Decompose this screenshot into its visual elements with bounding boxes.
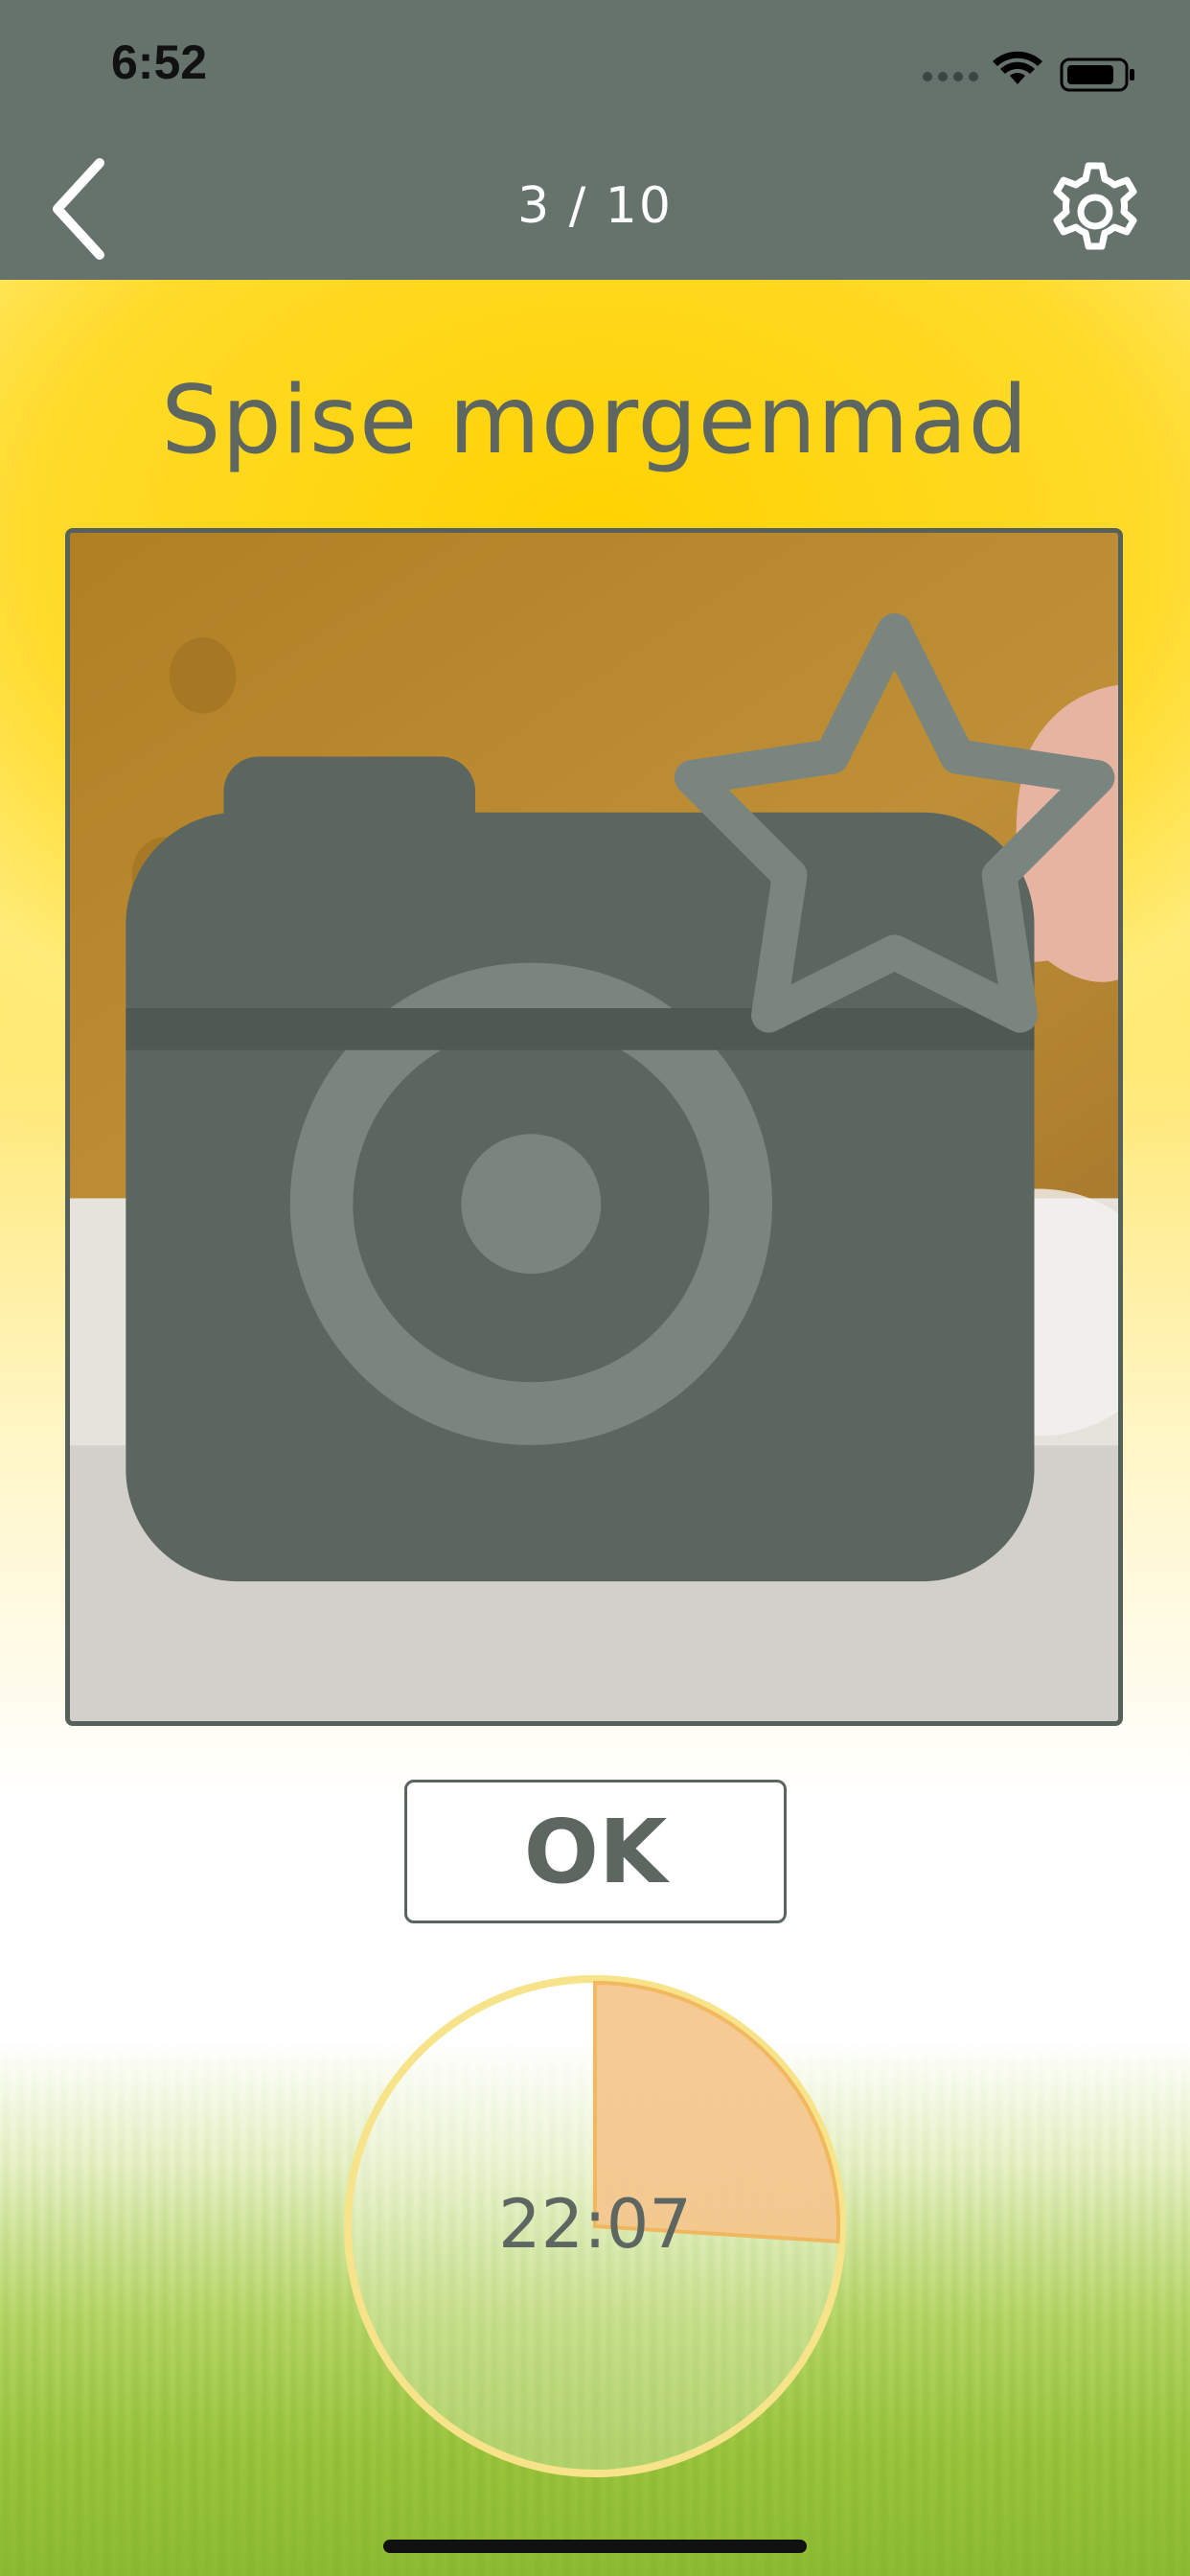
activity-photo bbox=[65, 528, 1123, 1726]
cellular-signal-icon bbox=[923, 72, 978, 81]
home-indicator bbox=[383, 2540, 807, 2553]
ok-button[interactable]: OK bbox=[404, 1780, 787, 1923]
activity-title: Spise morgenmad bbox=[161, 366, 1029, 475]
status-time: 6:52 bbox=[111, 35, 208, 89]
settings-button[interactable] bbox=[1042, 158, 1148, 264]
camera-star-icon[interactable] bbox=[70, 533, 1118, 1721]
battery-icon bbox=[1060, 58, 1134, 92]
wifi-icon bbox=[993, 51, 1042, 84]
gear-icon bbox=[1053, 162, 1137, 250]
screen: 6:52 3 / 10 Spise morgenmad OK 22:07 bbox=[0, 0, 1190, 2576]
status-icons bbox=[923, 51, 1134, 92]
timer-time: 22:07 bbox=[498, 2185, 692, 2264]
top-bar: 6:52 3 / 10 bbox=[0, 0, 1190, 280]
step-counter: 3 / 10 bbox=[517, 177, 673, 235]
